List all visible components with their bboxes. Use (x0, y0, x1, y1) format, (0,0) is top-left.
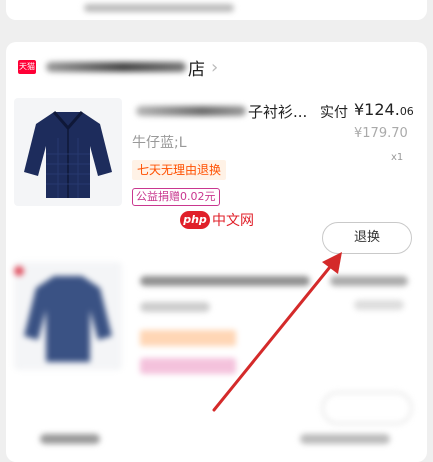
annotation-arrow-icon (212, 252, 342, 412)
